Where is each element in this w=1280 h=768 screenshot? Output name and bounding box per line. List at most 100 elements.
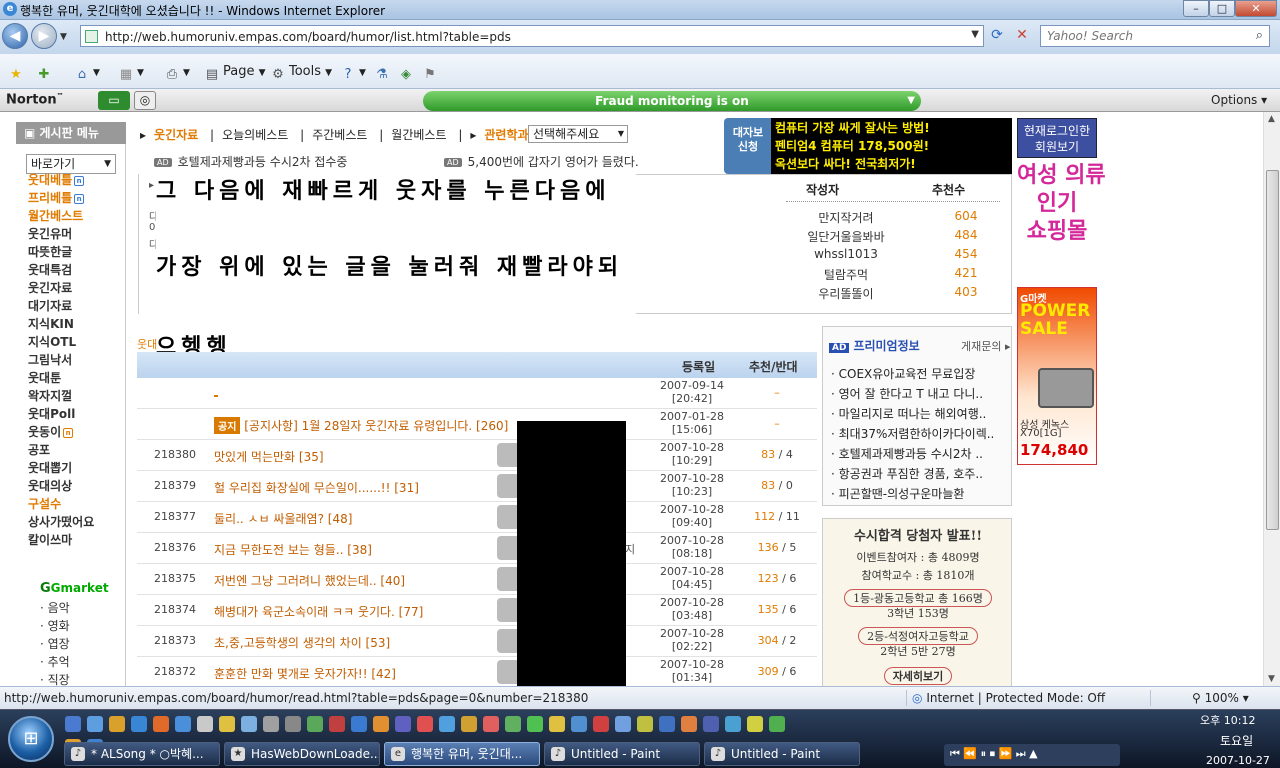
help-button[interactable]: ? ▼ [340,64,366,83]
post-title[interactable]: 둘리.. ㅅㅂ 싸울래염? [48] [214,510,352,527]
taskbar-button[interactable]: ♪ Untitled - Paint [544,742,700,766]
sidebar-item[interactable]: 대기자료 [28,297,72,314]
best-author[interactable]: 털람주먹 [786,266,906,283]
best-author[interactable]: whssl1013 [786,247,906,261]
daejabo-apply-badge[interactable]: 대자보 신청 [724,118,772,174]
post-title[interactable]: 해병대가 육군소속이래 ㅋㅋ 웃기다. [77] [214,603,423,620]
text-ad-1[interactable]: AD 호텔제과제빵과등 수시2차 접수중 [154,153,347,170]
print-button[interactable]: ⎙ ▼ [164,64,190,83]
ad-inquiry-link[interactable]: 게재문의 ▸ [961,338,1011,354]
addon-button[interactable]: ◈ [398,64,417,83]
scroll-up-icon[interactable]: ▲ [1268,114,1275,124]
quick-launch-icon[interactable] [109,716,125,732]
post-title-text[interactable]: 맛있게 먹는만화 [35] [214,450,324,464]
table-row[interactable]: 218380 맛있게 먹는만화 [35] 2007-10-28 [10:29] 83 /… [137,440,817,471]
post-title[interactable]: 훈훈한 만화 몇개로 웃자가자!! [42] [214,665,396,682]
quick-launch-icon[interactable] [263,716,279,732]
quick-launch-icon[interactable] [681,716,697,732]
power-sale-ad[interactable]: G마켓 POWER SALE 삼성 케녹스 X70[1G] 174,840 [1017,287,1097,465]
chevron-down-icon[interactable]: ▼ [971,29,979,40]
quick-launch-icon[interactable] [527,716,543,732]
options-menu[interactable]: Options ▾ [1211,93,1267,107]
address-field[interactable]: http://web.humoruniv.empas.com/board/hum… [80,25,984,47]
quick-launch-icon[interactable] [637,716,653,732]
best-author[interactable]: 만지작거려 [786,209,906,226]
nav-link-week[interactable]: 주간베스트 [312,128,367,142]
quick-launch-icon[interactable] [659,716,675,732]
computer-ad-banner[interactable]: 컴퓨터 가장 싸게 잘사는 방법! 펜티엄4 컴퓨터 178,500원! 옥션보… [771,118,1012,174]
gmarket-logo[interactable]: GGmarket [40,581,109,596]
quick-launch-icon[interactable] [329,716,345,732]
home-button[interactable]: ⌂ ▼ [74,64,100,83]
quick-launch-icon[interactable] [395,716,411,732]
scroll-down-icon[interactable]: ▼ [1268,674,1275,684]
taskbar-button[interactable]: e 행복한 유머, 웃긴대... [384,742,540,766]
table-row[interactable]: 218372 훈훈한 만화 몇개로 웃자가자!! [42] 2007-10-28 [0… [137,657,817,686]
sidebar-item[interactable]: 웃긴자료 [28,279,72,296]
post-title-text[interactable]: 저번엔 그냥 그러려니 했었는데.. [40] [214,574,405,588]
text-ad-2[interactable]: AD 5,400번에 갑자기 영어가 들렸다. [444,153,639,170]
quick-launch-icon[interactable] [219,716,235,732]
favorites-button[interactable]: ★ [8,64,27,83]
address-url[interactable]: http://web.humoruniv.empas.com/board/hum… [105,30,511,44]
vertical-scrollbar[interactable]: ▲ ▼ [1263,112,1280,686]
quick-launch-icon[interactable] [571,716,587,732]
quick-launch-icon[interactable] [131,716,147,732]
messenger-button[interactable]: ⚑ [422,64,441,83]
post-title[interactable]: 맛있게 먹는만화 [35] [214,448,324,465]
sidebar-item[interactable]: 웃동이 n [28,423,74,440]
quick-launch-icon[interactable] [175,716,191,732]
table-row[interactable]: 218375 저번엔 그냥 그러려니 했었는데.. [40] 2007-10-28[… [137,564,817,595]
post-title-text[interactable]: 초,중,고등학생의 생각의 차이 [53] [214,636,390,650]
maximize-button[interactable]: □ [1209,0,1235,17]
zoom-level[interactable]: ⚲ 100% ▾ [1192,691,1249,705]
start-button[interactable]: ⊞ [8,716,54,762]
premium-item[interactable]: · 마일리지로 떠나는 해외여행.. [831,405,1007,422]
chevron-down-icon[interactable]: ▼ [907,91,915,111]
add-favorites-button[interactable]: ✚ [36,64,55,83]
quick-launch-icon[interactable] [197,716,213,732]
sidebar-item[interactable]: 칼이쓰마 [28,531,72,548]
stop-button[interactable]: ✕ [1011,27,1033,47]
table-row[interactable]: 2007-09-14 [20:42] – [137,378,817,409]
sidebar-item[interactable]: 그림낙서 [28,351,72,368]
quick-launch-icon[interactable] [373,716,389,732]
search-icon[interactable]: ⌕ [1256,28,1263,43]
sidebar-item[interactable]: 프리베틀 n [28,189,85,206]
admission-result-banner[interactable]: 수시합격 당첨자 발표!! 이벤트참여자 : 총 4809명 참여학교수 : 총… [822,518,1012,686]
table-row[interactable]: 218374 해병대가 육군소속이래 ㅋㅋ 웃기다. [77] 2007-10-28… [137,595,817,626]
premium-item[interactable]: · 영어 잘 한다고 T 내고 다니.. [831,385,1007,402]
related-dept-select[interactable]: 선택해주세요 ▼ [528,125,628,143]
security-zone[interactable]: ◎ Internet | Protected Mode: Off [912,691,1105,705]
post-title-text[interactable]: 둘리.. ㅅㅂ 싸울래염? [48] [214,512,352,526]
table-row[interactable]: 218379 헐 우리집 화장실에 무슨일이......!! [31] 2007-1… [137,471,817,502]
post-title-text[interactable]: 헐 우리집 화장실에 무슨일이......!! [31] [214,481,419,495]
premium-item[interactable]: · 호텔제과제빵과등 수시2차 .. [831,445,1007,462]
quick-launch-icon[interactable] [549,716,565,732]
gmarket-sub-item[interactable]: · 엽장 [40,635,70,652]
table-row[interactable]: 공지 [공지사항] 1월 28일자 웃긴자료 유령입니다. [260] 2007-… [137,409,817,440]
search-box[interactable]: ⌕ [1040,25,1270,47]
taskbar-button[interactable]: ♪ Untitled - Paint [704,742,860,766]
minimize-button[interactable]: – [1183,0,1209,17]
quick-launch-icon[interactable] [747,716,763,732]
quick-launch-icon[interactable] [483,716,499,732]
refresh-button[interactable]: ⟳ [986,27,1008,47]
sidebar-item[interactable]: 웃긴유머 [28,225,72,242]
quick-launch-icon[interactable] [615,716,631,732]
post-title[interactable]: 공지 [공지사항] 1월 28일자 웃긴자료 유령입니다. [260] [214,417,508,434]
premium-item[interactable]: · 피곤할땐-의성구운마늘환 [831,485,1007,502]
quick-launch-icon[interactable] [505,716,521,732]
globe-icon[interactable]: ◎ [134,91,156,110]
sidebar-item[interactable]: 웃대Poll [28,405,75,422]
sidebar-item[interactable]: 따뜻한글 [28,243,72,260]
gmarket-sub-item[interactable]: · 직장 [40,671,70,686]
premium-item[interactable]: · COEX유아교육전 무료입장 [831,365,1007,382]
feeds-button[interactable]: ▦ ▼ [118,64,144,83]
table-row[interactable]: 218376 지금 무한도전 보는 형들.. [38] 2007-10-28 [08:… [137,533,817,564]
quick-launch-icon[interactable] [439,716,455,732]
gmarket-sub-item[interactable]: · 추억 [40,653,70,670]
forward-button[interactable]: ▶ [31,23,57,49]
nav-link-month[interactable]: 월간베스트 [391,128,446,142]
post-title[interactable]: 헐 우리집 화장실에 무슨일이......!! [31] [214,479,419,496]
